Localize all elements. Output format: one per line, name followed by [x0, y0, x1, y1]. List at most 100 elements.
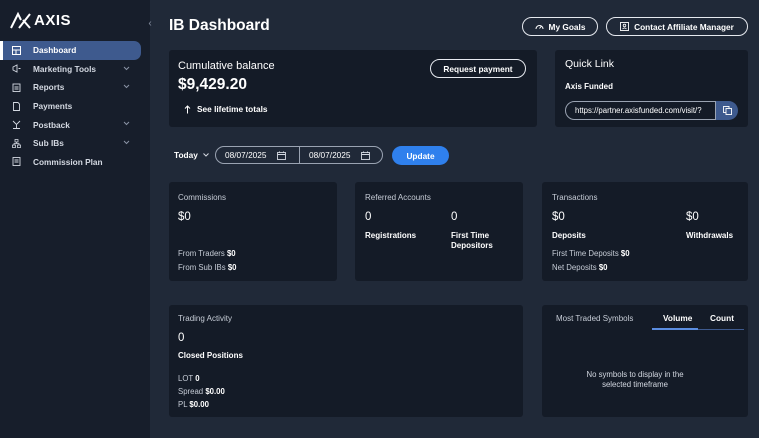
from-sub-ibs-value: $0	[227, 263, 237, 272]
list-icon	[12, 157, 21, 167]
page-title: IB Dashboard	[169, 17, 270, 34]
contact-affiliate-manager-button[interactable]: Contact Affiliate Manager	[606, 17, 748, 36]
closed-positions-value: 0	[178, 332, 185, 344]
first-time-deposits-label: First Time Deposits	[552, 249, 619, 258]
dashboard-icon	[12, 45, 21, 55]
sidebar-item-postback[interactable]: Postback	[0, 115, 150, 134]
deposits-label: Deposits	[552, 231, 586, 240]
lot-label: LOT	[178, 374, 194, 383]
sidebar-item-label: Payments	[33, 101, 73, 112]
copy-icon	[722, 106, 732, 115]
lot-value: 0	[195, 374, 200, 383]
contact-card-icon	[620, 22, 630, 31]
spread-row: Spread $0.00	[178, 387, 225, 396]
from-traders-row: From Traders $0	[178, 249, 236, 258]
my-goals-button[interactable]: My Goals	[522, 17, 598, 36]
lifetime-totals-link[interactable]: See lifetime totals	[184, 104, 268, 114]
referred-accounts-label: Referred Accounts	[365, 193, 431, 202]
ftd-label-line2: Depositors	[451, 241, 493, 250]
commissions-amount: $0	[178, 211, 191, 223]
empty-state-line1: No symbols to display in the	[586, 370, 684, 379]
net-deposits-row: Net Deposits $0	[552, 263, 608, 272]
logo-text: AXIS	[34, 11, 72, 29]
calendar-icon[interactable]	[276, 151, 286, 160]
date-to-value: 08/07/2025	[309, 150, 351, 160]
sidebar-item-label: Sub IBs	[33, 138, 64, 149]
sidebar-item-marketing-tools[interactable]: Marketing Tools	[0, 60, 150, 79]
first-time-deposits-value: $0	[620, 249, 630, 258]
from-sub-ibs-row: From Sub IBs $0	[178, 263, 237, 272]
trading-activity-label: Trading Activity	[178, 314, 232, 323]
empty-state-message: No symbols to display in the selected ti…	[560, 370, 710, 390]
chevron-down-icon[interactable]	[122, 82, 131, 91]
gauge-icon	[535, 25, 544, 30]
withdrawals-label: Withdrawals	[686, 231, 734, 240]
registrations-label: Registrations	[365, 231, 417, 240]
commissions-label: Commissions	[178, 193, 227, 202]
net-deposits-value: $0	[598, 263, 608, 272]
most-traded-symbols-label: Most Traded Symbols	[556, 314, 634, 323]
collapse-sidebar-icon[interactable]: ‹	[144, 17, 156, 31]
sidebar-item-label: Marketing Tools	[33, 63, 97, 74]
chevron-down-icon[interactable]	[122, 138, 131, 147]
update-button[interactable]: Update	[392, 146, 449, 165]
tab-volume[interactable]: Volume	[663, 313, 692, 323]
date-from-field[interactable]: 08/07/2025	[215, 146, 300, 164]
sidebar-item-payments[interactable]: Payments	[0, 97, 150, 116]
quick-link-url-field[interactable]: https://partner.axisfunded.com/visit/?	[565, 101, 716, 120]
first-time-deposits-row: First Time Deposits $0	[552, 249, 630, 258]
chevron-down-icon[interactable]	[122, 64, 131, 73]
network-icon	[12, 138, 21, 148]
pl-row: PL $0.00	[178, 400, 209, 409]
tab-count[interactable]: Count	[710, 313, 734, 323]
my-goals-label: My Goals	[548, 21, 586, 32]
transactions-label: Transactions	[552, 193, 598, 202]
chevron-down-icon	[202, 153, 209, 157]
calendar-icon[interactable]	[360, 151, 370, 160]
balance-label: Cumulative balance	[178, 60, 275, 72]
spread-label: Spread	[178, 387, 204, 396]
lifetime-totals-label: See lifetime totals	[197, 104, 268, 114]
period-value: Today	[174, 150, 198, 160]
axis-logo-icon	[10, 11, 31, 29]
withdrawals-value: $0	[686, 211, 699, 223]
sidebar-item-label: Reports	[33, 82, 65, 93]
request-payment-button[interactable]: Request payment	[430, 59, 526, 78]
logo[interactable]: AXIS	[10, 10, 71, 30]
active-tab-indicator	[652, 328, 698, 330]
sidebar-item-reports[interactable]: Reports	[0, 78, 150, 97]
period-select[interactable]: Today	[174, 148, 210, 162]
chevron-down-icon[interactable]	[122, 119, 131, 128]
pl-label: PL	[178, 400, 188, 409]
copy-button[interactable]	[716, 101, 738, 120]
ftd-value: 0	[451, 211, 458, 223]
contact-manager-label: Contact Affiliate Manager	[634, 21, 734, 32]
sidebar-nav: Dashboard Marketing Tools Reports Paymen…	[0, 41, 150, 171]
from-traders-label: From Traders	[178, 249, 225, 258]
sidebar-item-dashboard[interactable]: Dashboard	[0, 41, 141, 60]
sidebar-item-label: Dashboard	[33, 45, 77, 56]
document-icon	[12, 101, 21, 111]
sidebar-item-label: Postback	[33, 119, 70, 130]
deposits-value: $0	[552, 211, 565, 223]
from-sub-ibs-label: From Sub IBs	[178, 263, 226, 272]
sidebar-item-commission-plan[interactable]: Commission Plan	[0, 153, 150, 172]
spread-value: $0.00	[205, 387, 225, 396]
lot-row: LOT 0	[178, 374, 200, 383]
split-icon	[12, 120, 21, 130]
closed-positions-label: Closed Positions	[178, 351, 243, 360]
balance-amount: $9,429.20	[178, 76, 247, 93]
net-deposits-label: Net Deposits	[552, 263, 597, 272]
date-from-value: 08/07/2025	[225, 150, 267, 160]
date-to-field[interactable]: 08/07/2025	[299, 146, 383, 164]
clipboard-icon	[12, 83, 21, 92]
quick-link-subtitle: Axis Funded	[565, 82, 614, 91]
sidebar-item-sub-ibs[interactable]: Sub IBs	[0, 134, 150, 153]
sidebar-item-label: Commission Plan	[33, 156, 103, 167]
arrow-up-icon	[184, 104, 191, 113]
pl-value: $0.00	[189, 400, 209, 409]
sidebar: AXIS Dashboard Marketing Tools Reports P…	[0, 0, 150, 438]
ftd-label-line1: First Time	[451, 231, 490, 240]
registrations-value: 0	[365, 211, 372, 223]
megaphone-icon	[12, 64, 21, 74]
